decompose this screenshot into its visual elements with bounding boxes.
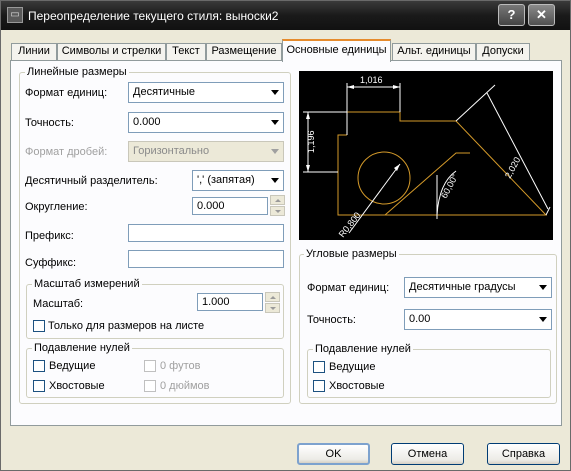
layout-only-checkbox[interactable] [33,320,45,332]
close-button[interactable]: ✕ [528,4,555,26]
scale-factor-value: 1.000 [202,296,230,308]
prefix-label: Префикс: [25,230,74,242]
tab-alternate-units[interactable]: Альт. единицы [392,43,476,60]
angular-dimensions-title: Угловые размеры [304,248,399,260]
help-button[interactable]: Справка [487,443,560,465]
dim-top-label: 1,016 [360,75,383,85]
measurement-scale-title: Масштаб измерений [32,278,142,290]
roundoff-spinner[interactable] [270,195,285,216]
linear-leading-checkbox[interactable] [33,360,45,372]
linear-leading-label: Ведущие [49,360,96,372]
dim-style-icon: ▭ [7,7,23,23]
angular-leading-label: Ведущие [329,361,376,373]
fraction-format-label: Формат дробей: [25,146,108,158]
zero-suppression-linear-title: Подавление нулей [32,342,132,354]
scale-factor-label: Масштаб: [33,298,84,310]
tab-symbols-arrows[interactable]: Символы и стрелки [57,43,166,60]
help-title-button[interactable]: ? [498,4,525,26]
dimension-preview-drawing: 1,016 1,196 2,020 60,00° R0,800 [303,75,551,239]
precision-value: 0.000 [133,116,161,128]
roundoff-input[interactable]: 0.000 [192,197,268,215]
dim-line-right [486,92,549,210]
unit-format-label: Формат единиц: [25,87,108,99]
dim-right-label: 2,020 [503,155,522,180]
tab-fit[interactable]: Размещение [206,43,282,60]
chevron-down-icon [271,178,279,183]
precision-select[interactable]: 0.000 [128,112,284,133]
tab-lines[interactable]: Линии [11,43,57,60]
arrow-icon [393,85,400,89]
zero-suppression-angular-title: Подавление нулей [313,343,413,355]
chevron-down-icon [539,317,547,322]
roundoff-value: 0.000 [197,200,225,212]
preview-pane: 1,016 1,196 2,020 60,00° R0,800 [299,71,553,240]
ext-line-right-top [455,84,496,122]
angular-precision-select[interactable]: 0.00 [404,309,552,330]
suffix-input[interactable] [128,250,284,268]
chevron-down-icon [271,149,279,154]
tab-text[interactable]: Текст [166,43,206,60]
tab-tolerances[interactable]: Допуски [476,43,530,60]
decimal-separator-value: ',' (запятая) [197,174,255,186]
angular-unit-format-select[interactable]: Десятичные градусы [404,277,552,298]
arrow-icon [347,85,354,89]
arrow-icon [306,165,310,172]
linear-dimensions-title: Линейные размеры [25,66,129,78]
feet-label: 0 футов [160,360,201,372]
chevron-down-icon [539,285,547,290]
dim-left-label: 1,196 [306,130,316,153]
linear-trailing-label: Хвостовые [49,380,105,392]
angular-precision-label: Точность: [307,314,356,326]
angular-precision-value: 0.00 [409,313,431,325]
inches-checkbox [144,380,156,392]
roundoff-label: Округление: [25,201,88,213]
inches-label: 0 дюймов [160,380,210,392]
decimal-separator-label: Десятичный разделитель: [25,175,158,187]
angular-trailing-label: Хвостовые [329,380,385,392]
spinner-down-icon[interactable] [270,206,285,216]
chevron-down-icon [271,120,279,125]
arrow-icon [306,112,310,119]
dimension-style-override-dialog: ▭ Переопределение текущего стиля: выноск… [0,0,571,471]
feet-checkbox [144,360,156,372]
spinner-up-icon[interactable] [270,195,285,205]
fraction-format-value: Горизонтально [133,145,210,157]
chevron-down-icon [271,90,279,95]
window-title: Переопределение текущего стиля: выноски2 [28,9,279,23]
angular-unit-format-value: Десятичные градусы [409,281,516,293]
precision-label: Точность: [25,117,74,129]
ok-button[interactable]: OK [297,443,370,465]
title-bar: ▭ Переопределение текущего стиля: выноск… [1,1,570,30]
angular-leading-checkbox[interactable] [313,361,325,373]
hole-circle [357,151,411,205]
prefix-input[interactable] [128,224,284,242]
part-inner-edge [384,152,470,216]
decimal-separator-select[interactable]: ',' (запятая) [192,170,284,191]
scale-factor-input[interactable]: 1.000 [197,293,263,311]
unit-format-value: Десятичные [133,86,196,98]
tab-primary-units[interactable]: Основные единицы [282,39,391,62]
spinner-down-icon[interactable] [265,303,280,313]
arrow-icon [394,164,400,171]
suffix-label: Суффикс: [25,257,77,269]
spinner-up-icon[interactable] [265,292,280,302]
angular-unit-format-label: Формат единиц: [307,282,390,294]
cancel-button[interactable]: Отмена [391,443,464,465]
linear-trailing-checkbox[interactable] [33,380,45,392]
dim-angle-label: 60,00° [439,172,460,200]
scale-factor-spinner[interactable] [265,292,280,313]
unit-format-select[interactable]: Десятичные [128,82,284,103]
fraction-format-select: Горизонтально [128,141,284,162]
layout-only-label: Только для размеров на листе [48,320,205,332]
angular-trailing-checkbox[interactable] [313,380,325,392]
